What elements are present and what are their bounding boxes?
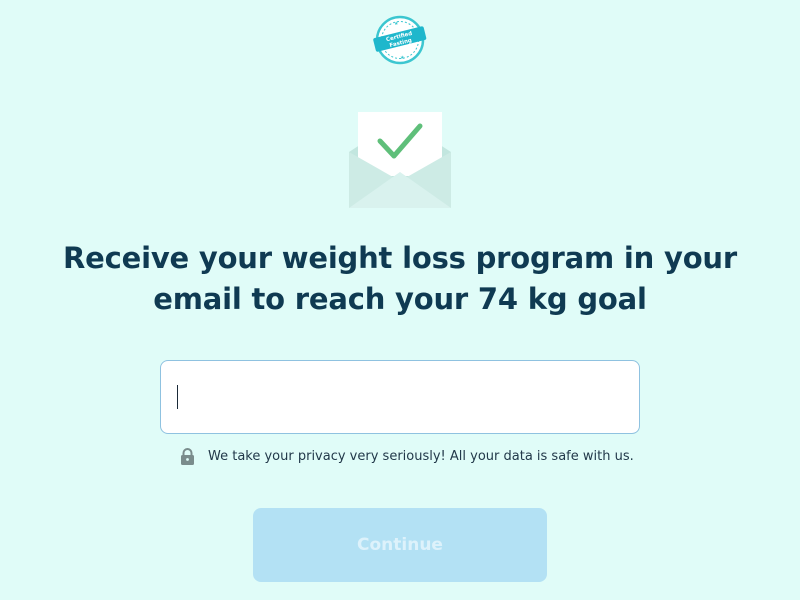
lock-icon (181, 447, 194, 465)
svg-text:★: ★ (400, 55, 405, 61)
certified-fasting-badge-icon: ★ ★ Certified Fasting (372, 14, 428, 66)
svg-text:★: ★ (394, 21, 399, 27)
email-field[interactable] (160, 360, 640, 434)
continue-button[interactable]: Continue (253, 508, 547, 582)
privacy-note: We take your privacy very seriously! All… (180, 446, 634, 466)
email-input[interactable] (177, 361, 617, 433)
text-cursor (177, 385, 178, 409)
page-title: Receive your weight loss program in your… (63, 241, 737, 316)
envelope-checkmark-icon (347, 111, 453, 209)
privacy-text: We take your privacy very seriously! All… (208, 448, 634, 464)
